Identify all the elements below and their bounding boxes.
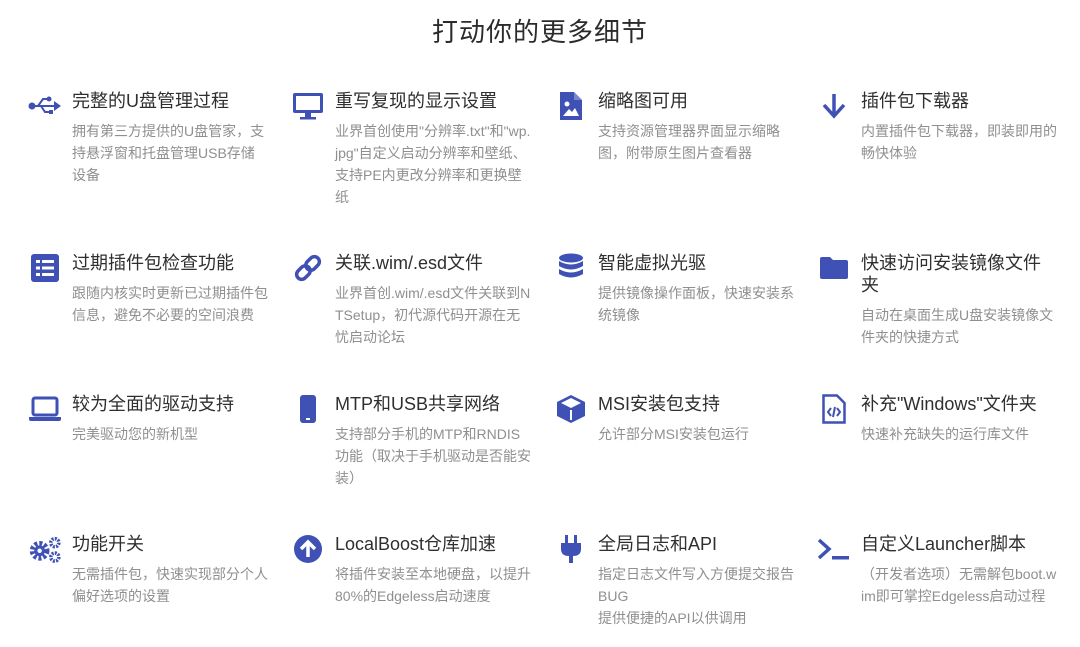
list-icon [28, 254, 62, 282]
code-file-icon [817, 394, 851, 424]
usb-icon [28, 92, 62, 120]
laptop-icon [28, 395, 62, 423]
feature-desc: 跟随内核实时更新已过期插件包信息，避免不必要的空间浪费 [72, 285, 268, 323]
feature-desc: 拥有第三方提供的U盘管家，支持悬浮窗和托盘管理USB存储设备 [72, 123, 265, 183]
feature-title: MSI安装包支持 [598, 394, 721, 414]
feature-title: 全局日志和API [598, 534, 718, 554]
feature-title: 过期插件包检查功能 [72, 253, 234, 273]
feature-desc: 自动在桌面生成U盘安装镜像文件夹的快捷方式 [861, 307, 1054, 345]
gears-icon [28, 535, 62, 563]
package-icon [554, 395, 588, 423]
feature-title: LocalBoost仓库加速 [335, 534, 497, 554]
feature-title: 快速访问安装镜像文件夹 [861, 253, 1041, 295]
feature-title: 关联.wim/.esd文件 [335, 253, 484, 273]
terminal-icon [817, 535, 851, 563]
feature-desc: 内置插件包下载器，即装即用的畅快体验 [861, 123, 1057, 161]
feature-title: 智能虚拟光驱 [598, 253, 706, 273]
feature-title: 功能开关 [72, 534, 144, 554]
feature-desc: （开发者选项）无需解包boot.wim即可掌控Edgeless启动过程 [861, 566, 1057, 604]
feature-desc: 提供镜像操作面板，快速安装系统镜像 [598, 285, 794, 323]
monitor-icon [291, 92, 325, 120]
feature-title: 较为全面的驱动支持 [72, 394, 234, 414]
feature-desc: 允许部分MSI安装包运行 [598, 426, 749, 442]
feature-desc: 支持资源管理器界面显示缩略图，附带原生图片查看器 [598, 123, 780, 161]
folder-icon [817, 254, 851, 282]
feature-desc: 将插件安装至本地硬盘，以提升80%的Edgeless启动速度 [335, 566, 531, 604]
feature-title: 完整的U盘管理过程 [72, 91, 229, 111]
database-icon [554, 253, 588, 282]
feature-desc: 支持部分手机的MTP和RNDIS功能（取决于手机驱动是否能安装） [335, 426, 531, 486]
feature-title: 自定义Launcher脚本 [861, 534, 1027, 554]
feature-title: MTP和USB共享网络 [335, 394, 501, 414]
phone-icon [291, 395, 325, 423]
feature-title: 缩略图可用 [598, 91, 688, 111]
feature-desc: 完美驱动您的新机型 [72, 426, 198, 442]
feature-desc: 快速补充缺失的运行库文件 [861, 426, 1029, 442]
arrow-up-circle-icon [291, 535, 325, 563]
plug-icon [554, 535, 588, 563]
feature-title: 补充"Windows"文件夹 [861, 394, 1037, 414]
image-file-icon [554, 92, 588, 120]
link-icon [291, 254, 325, 282]
feature-desc: 无需插件包，快速实现部分个人偏好选项的设置 [72, 566, 268, 604]
download-icon [817, 92, 851, 120]
feature-desc: 业界首创使用"分辨率.txt"和"wp.jpg"自定义启动分辨率和壁纸、支持PE… [335, 123, 531, 205]
feature-desc: 业界首创.wim/.esd文件关联到NTSetup，初代源代码开源在无忧启动论坛 [335, 285, 531, 345]
page-title: 打动你的更多细节 [431, 17, 648, 47]
feature-desc: 指定日志文件写入方便提交报告BUG 提供便捷的API以供调用 [598, 566, 794, 626]
feature-title: 重写复现的显示设置 [335, 91, 497, 111]
feature-title: 插件包下载器 [861, 91, 969, 111]
